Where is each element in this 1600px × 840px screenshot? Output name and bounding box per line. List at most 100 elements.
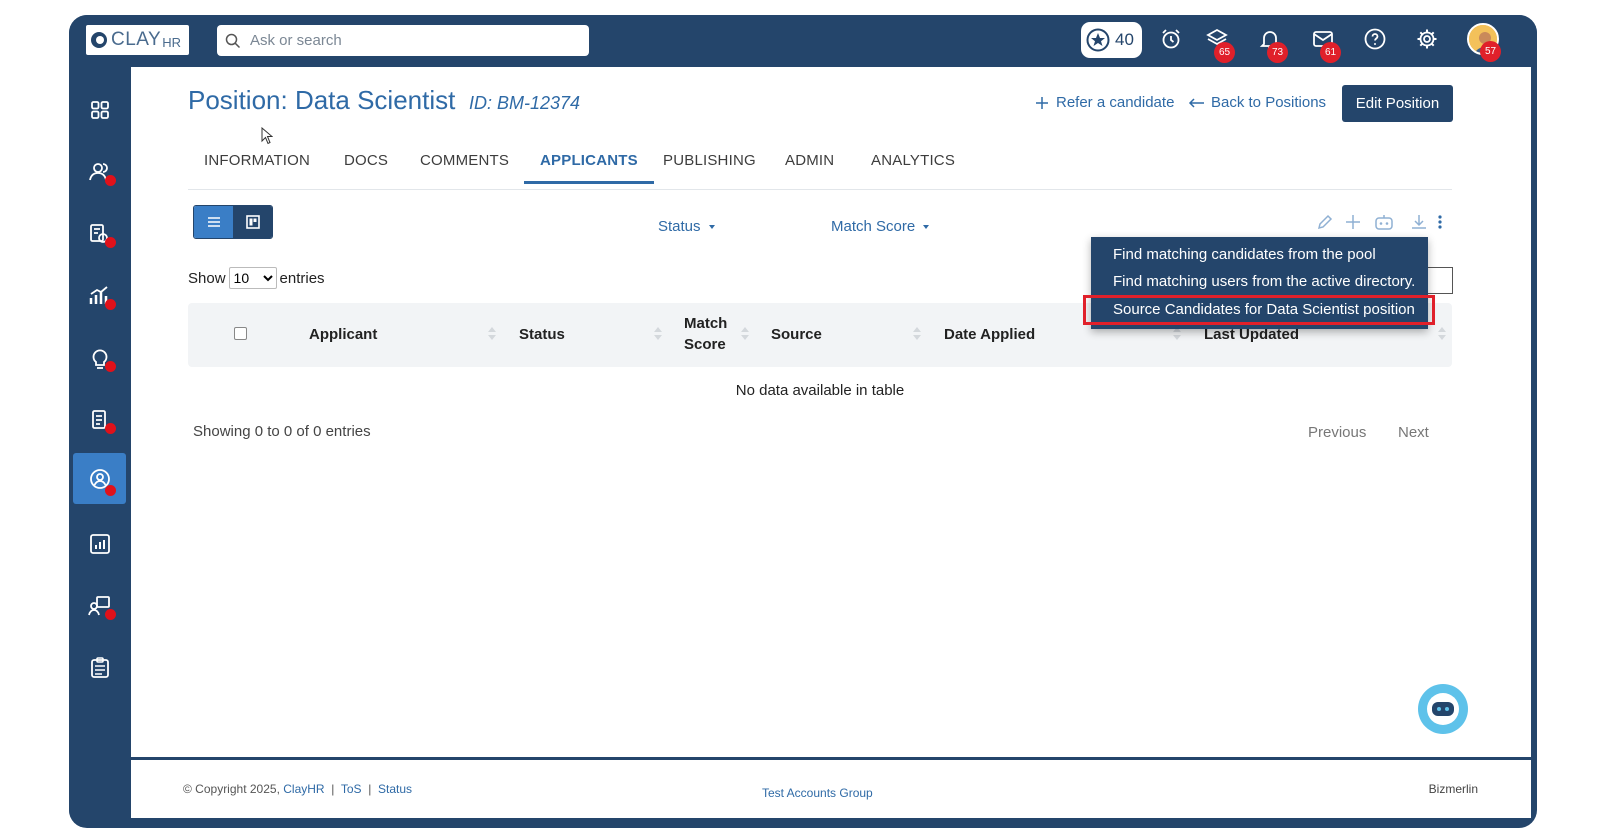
points-count: 40 — [1115, 30, 1134, 49]
list-view-button[interactable] — [194, 206, 233, 238]
back-arrow-icon — [1188, 97, 1204, 108]
sidebar-item-onboarding[interactable] — [73, 208, 126, 259]
sort-icon[interactable] — [913, 327, 921, 343]
match-score-filter[interactable]: Match Score — [831, 218, 930, 235]
avatar-badge: 57 — [1480, 41, 1501, 62]
page-size-select[interactable]: 10 — [228, 267, 277, 289]
sidebar-item-training[interactable] — [73, 580, 126, 631]
notification-dot — [105, 609, 116, 620]
app-frame: CLAY HR 40 65 — [69, 15, 1537, 828]
list-icon — [207, 217, 220, 227]
sidebar — [69, 67, 130, 827]
tab-publishing[interactable]: PUBLISHING — [663, 152, 756, 181]
refer-candidate-button[interactable]: Refer a candidate — [1034, 94, 1174, 111]
messages-badge: 61 — [1320, 42, 1341, 63]
show-label: Show — [188, 269, 226, 287]
footer-separator: | — [368, 782, 372, 796]
notification-dot — [105, 361, 116, 372]
status-filter[interactable]: Status — [658, 218, 715, 235]
edit-position-button[interactable]: Edit Position — [1342, 85, 1453, 122]
tab-docs[interactable]: DOCS — [344, 152, 388, 181]
select-all-checkbox[interactable] — [234, 327, 247, 340]
refer-candidate-label: Refer a candidate — [1056, 94, 1175, 111]
sort-icon[interactable] — [1173, 327, 1181, 343]
sidebar-item-reports[interactable] — [73, 518, 126, 569]
entries-label: entries — [279, 269, 325, 287]
menu-item-find-pool[interactable]: Find matching candidates from the pool — [1113, 246, 1376, 263]
layers-badge: 65 — [1214, 42, 1235, 63]
sort-icon[interactable] — [654, 327, 662, 343]
sidebar-item-documents[interactable] — [73, 394, 126, 445]
search-input[interactable] — [250, 32, 550, 49]
sidebar-item-people[interactable] — [73, 146, 126, 197]
logo-suffix: HR — [162, 35, 182, 50]
column-status[interactable]: Status — [519, 326, 565, 343]
notification-dot — [105, 175, 116, 186]
empty-table-message: No data available in table — [735, 382, 905, 399]
messages-button[interactable]: 61 — [1311, 27, 1341, 63]
help-icon[interactable] — [1363, 27, 1387, 51]
menu-item-find-directory[interactable]: Find matching users from the active dire… — [1113, 273, 1415, 290]
tab-admin[interactable]: ADMIN — [785, 152, 834, 181]
back-to-positions-button[interactable]: Back to Positions — [1188, 94, 1326, 111]
column-score[interactable]: Score — [684, 336, 726, 353]
sidebar-item-dashboard[interactable] — [73, 84, 126, 135]
notification-dot — [105, 237, 116, 248]
alarm-clock-icon[interactable] — [1159, 27, 1183, 51]
account-group: Test Accounts Group — [762, 786, 873, 800]
sidebar-item-checklists[interactable] — [73, 642, 126, 693]
column-source[interactable]: Source — [771, 326, 822, 343]
sidebar-item-performance[interactable] — [73, 270, 126, 321]
main-content: Position: Data Scientist ID: BM-12374 Re… — [131, 67, 1531, 757]
view-toggle — [193, 205, 273, 239]
footer-links: © Copyright 2025, ClayHR | ToS | Status — [183, 782, 412, 796]
gear-icon[interactable] — [1415, 27, 1439, 51]
notifications-badge: 73 — [1267, 42, 1288, 63]
plus-icon[interactable] — [1344, 213, 1362, 231]
column-match[interactable]: Match — [684, 315, 727, 332]
tab-analytics[interactable]: ANALYTICS — [871, 152, 955, 181]
global-search[interactable] — [217, 25, 589, 56]
notification-dot — [105, 485, 116, 496]
position-id: ID: BM-12374 — [469, 93, 581, 113]
status-link[interactable]: Status — [378, 782, 412, 796]
page-title: Position: Data Scientist — [188, 85, 456, 115]
chart-icon — [89, 533, 110, 554]
sidebar-item-ideas[interactable] — [73, 332, 126, 383]
pencil-icon[interactable] — [1316, 213, 1334, 231]
robot-icon[interactable] — [1373, 213, 1395, 231]
layers-button[interactable]: 65 — [1205, 27, 1235, 63]
tab-information[interactable]: INFORMATION — [204, 152, 310, 181]
footer-separator: | — [331, 782, 335, 796]
download-icon[interactable] — [1410, 213, 1428, 231]
plus-icon — [1036, 96, 1048, 109]
tab-applicants[interactable]: APPLICANTS — [524, 152, 654, 184]
search-icon — [225, 33, 241, 48]
chatbot-button[interactable] — [1418, 684, 1468, 734]
caret-down-icon — [708, 224, 715, 229]
next-page-button[interactable]: Next — [1398, 424, 1429, 441]
sort-icon[interactable] — [741, 327, 749, 343]
sort-icon[interactable] — [488, 327, 496, 343]
column-applicant[interactable]: Applicant — [309, 326, 377, 343]
footer: © Copyright 2025, ClayHR | ToS | Status … — [131, 758, 1531, 818]
notification-dot — [105, 423, 116, 434]
more-vertical-icon[interactable] — [1437, 213, 1443, 231]
sidebar-item-recruiting[interactable] — [73, 453, 126, 504]
page-size-control: Show 10 entries — [188, 267, 325, 289]
notifications-button[interactable]: 73 — [1258, 27, 1288, 63]
points-badge[interactable]: 40 — [1081, 22, 1142, 58]
sort-icon[interactable] — [1438, 327, 1446, 343]
clayhr-link[interactable]: ClayHR — [283, 782, 324, 796]
grid-icon — [90, 100, 109, 119]
table-info: Showing 0 to 0 of 0 entries — [193, 423, 371, 440]
tos-link[interactable]: ToS — [341, 782, 362, 796]
board-icon — [245, 215, 260, 229]
board-view-button[interactable] — [233, 206, 272, 238]
tab-comments[interactable]: COMMENTS — [420, 152, 509, 181]
match-score-filter-label: Match Score — [831, 218, 916, 235]
previous-page-button[interactable]: Previous — [1308, 424, 1366, 441]
column-date-applied[interactable]: Date Applied — [944, 326, 1035, 343]
back-to-positions-label: Back to Positions — [1211, 94, 1327, 111]
clayhr-logo[interactable]: CLAY HR — [86, 25, 189, 55]
